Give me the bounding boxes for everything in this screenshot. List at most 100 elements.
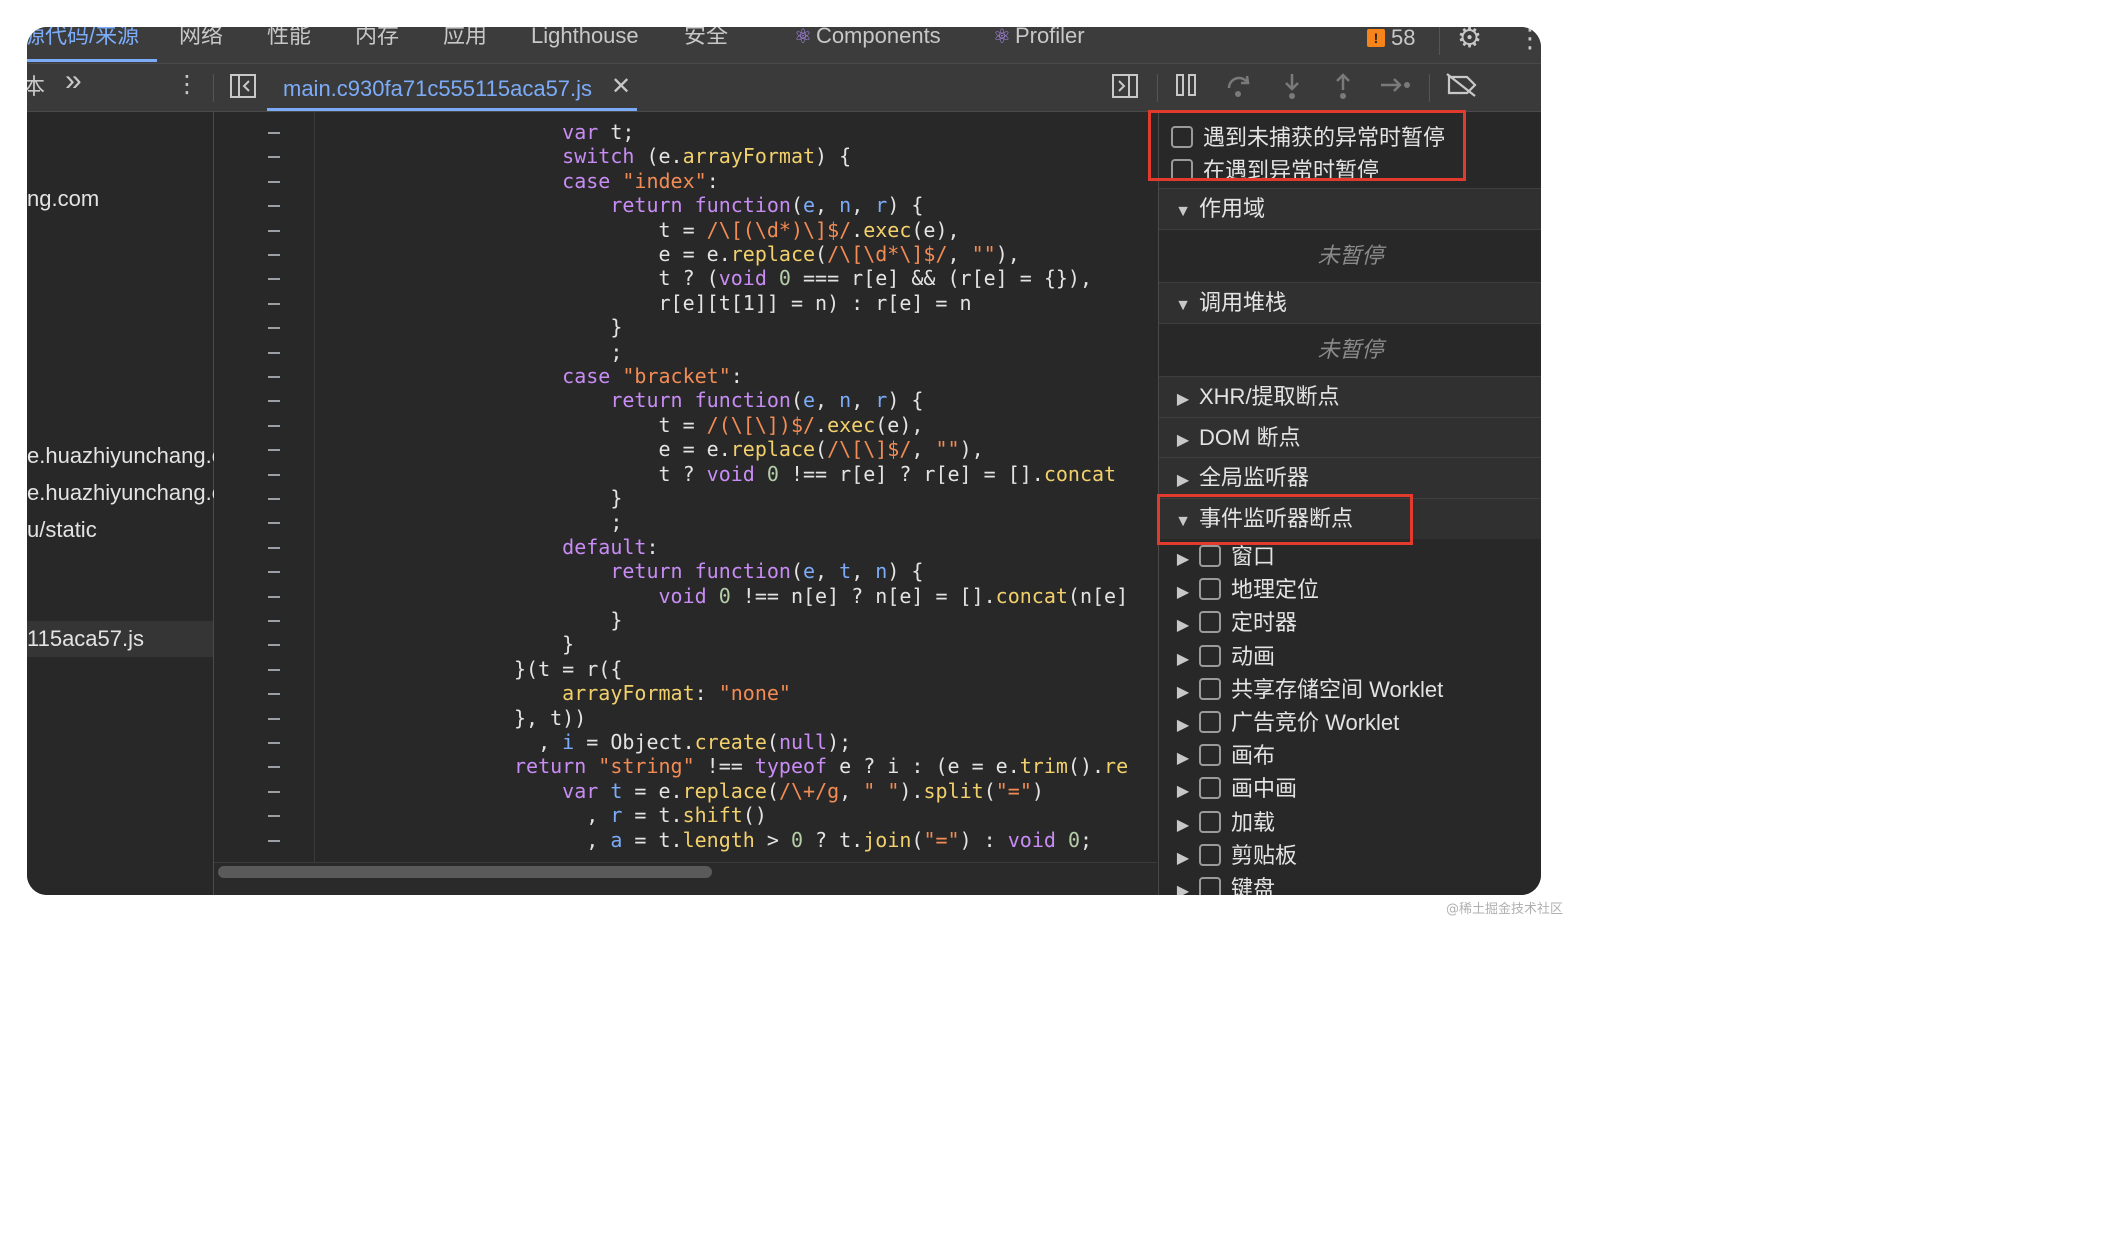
navigator-item-selected[interactable]: 115aca57.js — [27, 621, 213, 657]
navigator-item[interactable]: ng.com — [27, 186, 99, 212]
navigator-item[interactable]: e.huazhiyunchang.c — [27, 480, 223, 506]
tab-performance[interactable]: 性能 — [267, 27, 311, 47]
section-dom-breakpoints[interactable]: ▶ DOM 断点 — [1159, 417, 1541, 458]
event-category-item[interactable]: ▶ 定时器 — [1159, 608, 1541, 638]
pause-caught-option[interactable]: 在遇到异常时暂停 — [1171, 153, 1541, 183]
event-category-checkbox[interactable] — [1199, 611, 1221, 634]
line-marker[interactable] — [268, 742, 280, 744]
event-category-checkbox[interactable] — [1199, 644, 1221, 667]
pause-uncaught-option[interactable]: 遇到未捕获的异常时暂停 — [1171, 120, 1541, 150]
line-marker[interactable] — [268, 644, 280, 647]
line-marker[interactable] — [268, 473, 280, 476]
line-marker[interactable] — [268, 522, 280, 525]
toggle-debugger-sidebar-icon[interactable] — [1111, 72, 1139, 106]
line-marker[interactable] — [268, 498, 280, 500]
line-marker[interactable] — [268, 156, 280, 159]
event-category-item[interactable]: ▶ 键盘 — [1159, 874, 1541, 895]
line-marker[interactable] — [268, 376, 280, 378]
line-marker[interactable] — [268, 132, 280, 134]
line-marker[interactable] — [268, 180, 280, 183]
tab-lighthouse[interactable]: Lighthouse — [531, 27, 639, 47]
line-marker[interactable] — [268, 205, 280, 208]
navigator-tab-overflow[interactable]: 本 — [27, 74, 45, 100]
event-category-checkbox[interactable] — [1199, 744, 1221, 767]
line-marker[interactable] — [268, 693, 280, 696]
collapsed-triangle-icon[interactable]: ▶ — [1171, 877, 1195, 895]
section-scope[interactable]: ▼ 作用域 — [1159, 188, 1541, 229]
line-marker[interactable] — [268, 327, 280, 330]
event-category-item[interactable]: ▶ 画布 — [1159, 741, 1541, 771]
step-over-icon[interactable] — [1225, 72, 1253, 105]
line-marker[interactable] — [268, 254, 280, 256]
line-marker[interactable] — [268, 571, 280, 574]
line-marker[interactable] — [268, 424, 280, 427]
line-marker[interactable] — [268, 400, 280, 403]
settings-gear-icon[interactable]: ⚙ — [1457, 27, 1482, 54]
pause-caught-checkbox[interactable] — [1171, 159, 1193, 181]
code-editor[interactable]: var t; switch (e.arrayFormat) { case "in… — [214, 112, 1157, 895]
issues-counter[interactable]: ! 58 — [1367, 27, 1415, 51]
line-marker[interactable] — [268, 790, 280, 793]
close-file-icon[interactable]: ✕ — [611, 72, 631, 101]
more-tabs-chevron-icon[interactable]: » — [65, 66, 82, 96]
line-marker[interactable] — [268, 717, 280, 720]
line-marker[interactable] — [268, 546, 280, 549]
section-xhr-breakpoints[interactable]: ▶ XHR/提取断点 — [1159, 376, 1541, 417]
event-category-checkbox[interactable] — [1199, 810, 1221, 833]
more-options-icon[interactable]: ⋮ — [1517, 27, 1541, 54]
line-marker[interactable] — [268, 766, 280, 769]
step-into-icon[interactable] — [1279, 72, 1305, 107]
tab-application[interactable]: 应用 — [443, 27, 487, 47]
collapsed-triangle-icon[interactable]: ▶ — [1171, 678, 1195, 708]
event-category-checkbox[interactable] — [1199, 777, 1221, 800]
tab-profiler[interactable]: ⚛ Profiler — [993, 27, 1085, 48]
collapsed-triangle-icon[interactable]: ▶ — [1171, 611, 1195, 641]
pause-uncaught-checkbox[interactable] — [1171, 126, 1193, 148]
event-category-item[interactable]: ▶ 剪贴板 — [1159, 841, 1541, 871]
collapsed-triangle-icon[interactable]: ▶ — [1171, 844, 1195, 874]
event-category-item[interactable]: ▶ 窗口 — [1159, 542, 1541, 572]
step-icon[interactable] — [1379, 72, 1413, 105]
collapsed-triangle-icon[interactable]: ▶ — [1171, 811, 1195, 841]
collapsed-triangle-icon[interactable]: ▶ — [1171, 711, 1195, 741]
section-call-stack[interactable]: ▼ 调用堆栈 — [1159, 282, 1541, 323]
event-category-checkbox[interactable] — [1199, 843, 1221, 866]
line-marker[interactable] — [268, 815, 280, 818]
toggle-navigator-icon[interactable] — [229, 72, 257, 106]
line-marker[interactable] — [268, 351, 280, 354]
tab-network[interactable]: 网络 — [179, 27, 223, 47]
navigator-item[interactable]: e.huazhiyunchang.c — [27, 443, 223, 469]
tab-memory[interactable]: 内存 — [355, 27, 399, 47]
step-out-icon[interactable] — [1330, 72, 1356, 107]
line-marker[interactable] — [268, 595, 280, 598]
horizontal-scrollbar[interactable] — [218, 866, 712, 878]
tab-security[interactable]: 安全 — [684, 27, 728, 47]
line-marker[interactable] — [268, 302, 280, 305]
collapsed-triangle-icon[interactable]: ▶ — [1171, 545, 1195, 575]
open-file-tab[interactable]: main.c930fa71c555115aca57.js — [283, 76, 592, 102]
deactivate-breakpoints-icon[interactable] — [1445, 72, 1479, 105]
tab-sources[interactable]: 源代码/来源 — [27, 27, 139, 47]
line-marker[interactable] — [268, 278, 280, 281]
section-event-listener-breakpoints[interactable]: ▼ 事件监听器断点 — [1159, 498, 1541, 539]
event-category-checkbox[interactable] — [1199, 877, 1221, 895]
event-category-checkbox[interactable] — [1199, 578, 1221, 601]
event-category-item[interactable]: ▶ 地理定位 — [1159, 575, 1541, 605]
line-marker[interactable] — [268, 620, 280, 622]
event-category-item[interactable]: ▶ 广告竞价 Worklet — [1159, 708, 1541, 738]
collapsed-triangle-icon[interactable]: ▶ — [1171, 744, 1195, 774]
tab-components[interactable]: ⚛ Components — [794, 27, 941, 48]
event-category-item[interactable]: ▶ 画中画 — [1159, 774, 1541, 804]
line-marker[interactable] — [268, 449, 280, 452]
navigator-item[interactable]: u/static — [27, 517, 97, 543]
line-marker[interactable] — [268, 839, 280, 842]
event-category-checkbox[interactable] — [1199, 677, 1221, 700]
event-category-checkbox[interactable] — [1199, 711, 1221, 733]
section-global-listeners[interactable]: ▶ 全局监听器 — [1159, 457, 1541, 498]
collapsed-triangle-icon[interactable]: ▶ — [1171, 645, 1195, 675]
event-category-item[interactable]: ▶ 动画 — [1159, 642, 1541, 672]
collapsed-triangle-icon[interactable]: ▶ — [1171, 777, 1195, 807]
event-category-checkbox[interactable] — [1199, 545, 1221, 567]
pause-script-icon[interactable] — [1173, 72, 1199, 105]
collapsed-triangle-icon[interactable]: ▶ — [1171, 578, 1195, 608]
